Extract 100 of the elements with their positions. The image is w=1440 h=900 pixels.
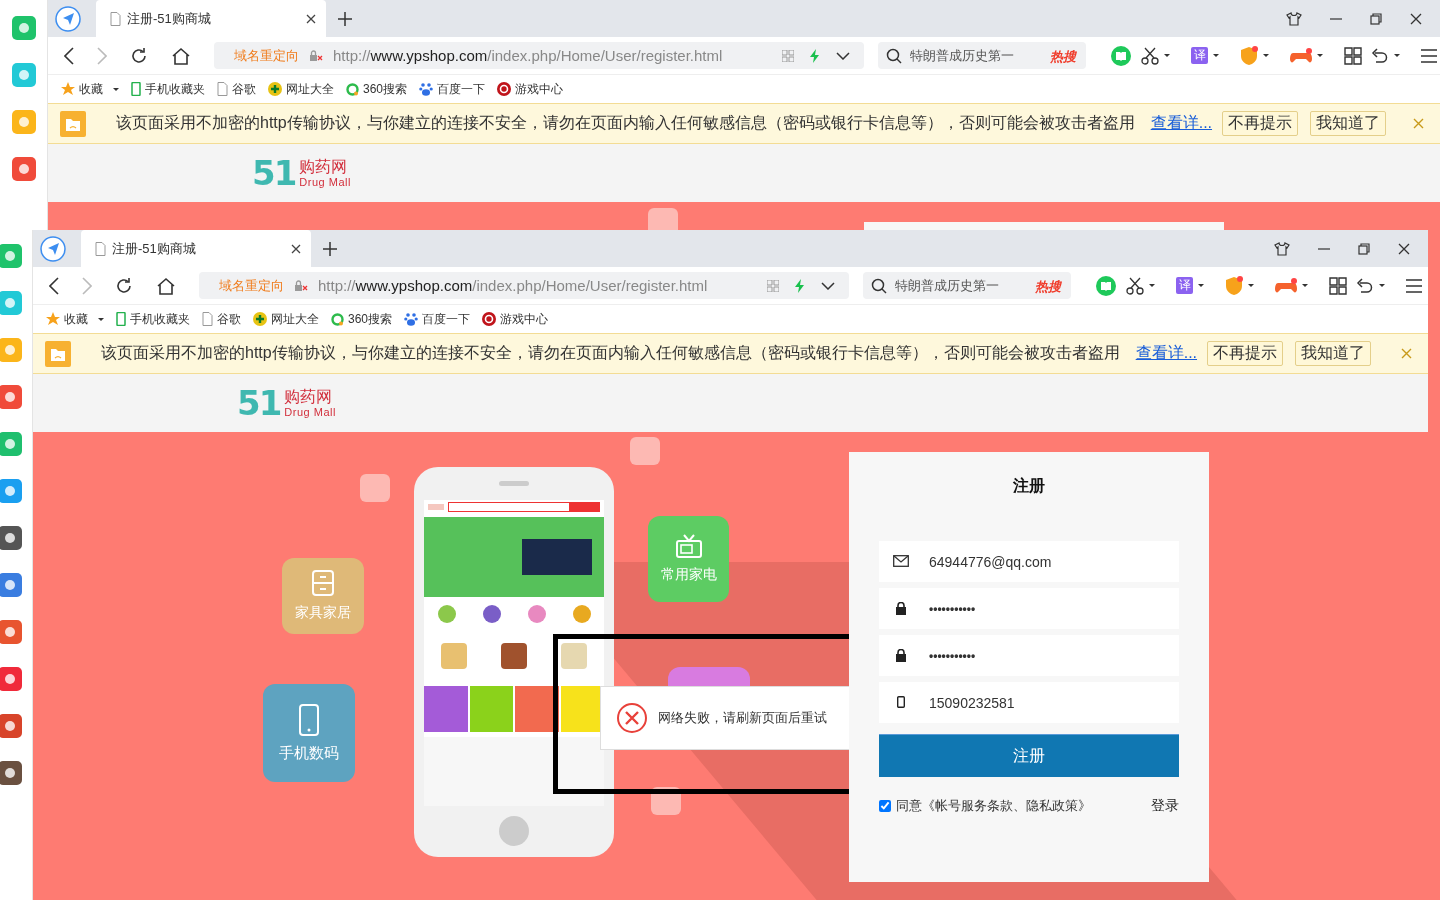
agree-checkbox[interactable] xyxy=(879,800,891,812)
app-icon[interactable] xyxy=(0,526,22,550)
bookmark-link[interactable]: 游戏中心 xyxy=(497,80,564,98)
warning-button[interactable]: 我知道了 xyxy=(1295,341,1372,366)
back-icon[interactable] xyxy=(64,46,74,65)
bookmark-link[interactable]: 收藏 xyxy=(46,310,88,328)
bookmark-link[interactable]: 游戏中心 xyxy=(482,310,549,328)
hot-search-label: 热搜 xyxy=(1035,278,1061,296)
login-link[interactable]: 登录 xyxy=(1151,797,1179,815)
reload-icon[interactable] xyxy=(130,46,148,65)
bookmark-link[interactable]: 手机收藏夹 xyxy=(116,310,190,328)
address-bar[interactable]: 域名重定向 http://www.ypshop.com/index.php/Home/User/register.html xyxy=(214,42,864,69)
restore-icon[interactable] xyxy=(1370,12,1382,25)
home-icon[interactable] xyxy=(156,276,176,295)
tab-title: 注册-51购商城 xyxy=(112,239,197,258)
address-bar[interactable]: 域名重定向 http://www.ypshop.com/index.php/Home/User/register.html xyxy=(199,272,849,299)
speaker-slot xyxy=(499,481,529,486)
document-icon xyxy=(95,241,106,256)
bookmark-link[interactable]: 360搜索 xyxy=(331,310,393,328)
menu-icon[interactable] xyxy=(1406,278,1422,293)
shirt-icon[interactable] xyxy=(1274,241,1290,256)
warning-button[interactable]: 我知道了 xyxy=(1310,111,1387,136)
app-icon[interactable] xyxy=(11,157,36,181)
compass-icon[interactable] xyxy=(55,5,81,32)
browser-tab[interactable]: 注册-51购商城 xyxy=(81,230,311,267)
caret-icon[interactable] xyxy=(1198,284,1204,287)
chevron-down-icon[interactable] xyxy=(836,51,850,60)
grid-icon[interactable] xyxy=(1329,276,1347,295)
caret-icon[interactable] xyxy=(113,87,119,91)
plus-icon[interactable] xyxy=(323,241,337,256)
password-field[interactable]: ••••••••••• xyxy=(879,635,1179,676)
insecure-lock-icon xyxy=(294,279,308,292)
shirt-icon[interactable] xyxy=(1286,11,1302,26)
bookmark-link[interactable]: 收藏 xyxy=(61,80,103,98)
details-link[interactable]: 查看详... xyxy=(1135,343,1198,364)
gamepad-icon[interactable] xyxy=(1275,276,1297,295)
caret-icon[interactable] xyxy=(1164,54,1170,57)
close-icon[interactable] xyxy=(1410,12,1422,25)
details-link[interactable]: 查看详... xyxy=(1150,113,1213,134)
caret-icon[interactable] xyxy=(1213,54,1219,57)
tab-title: 注册-51购商城 xyxy=(127,9,212,28)
error-icon xyxy=(616,702,648,734)
close-icon[interactable] xyxy=(291,243,301,254)
password-field[interactable]: ••••••••••• xyxy=(879,588,1179,629)
undo-icon[interactable] xyxy=(1371,47,1389,64)
home-icon[interactable] xyxy=(171,46,191,65)
gamepad-icon[interactable] xyxy=(1290,46,1312,65)
caret-icon[interactable] xyxy=(1379,284,1385,287)
tv-icon xyxy=(675,534,702,558)
scissors-icon[interactable] xyxy=(1141,46,1159,65)
close-icon[interactable] xyxy=(1398,242,1410,255)
caret-icon[interactable] xyxy=(1248,284,1254,287)
bookmark-link[interactable]: 网址大全 xyxy=(268,80,334,98)
compass-icon[interactable] xyxy=(40,235,66,262)
warning-button[interactable]: 不再提示 xyxy=(1207,341,1284,366)
ring-icon xyxy=(346,82,359,96)
warning-button[interactable]: 不再提示 xyxy=(1222,111,1299,136)
app-icon[interactable] xyxy=(0,620,22,644)
chevron-down-icon[interactable] xyxy=(821,281,835,290)
register-button[interactable]: 注册 xyxy=(879,734,1179,777)
bookmark-link[interactable]: 网址大全 xyxy=(253,310,319,328)
app-icon[interactable] xyxy=(0,667,22,691)
app-icon[interactable] xyxy=(0,714,22,738)
caret-icon[interactable] xyxy=(1317,54,1323,57)
logo-mark: 51 xyxy=(252,153,296,193)
shield-icon[interactable] xyxy=(1225,275,1243,296)
bookmark-link[interactable]: 百度一下 xyxy=(419,80,486,98)
bookmark-link[interactable]: 百度一下 xyxy=(404,310,471,328)
shield-icon[interactable] xyxy=(1240,45,1258,66)
back-icon[interactable] xyxy=(49,276,59,295)
grid-icon[interactable] xyxy=(1344,46,1362,65)
plus-icon[interactable] xyxy=(338,11,352,26)
bookmark-link[interactable]: 手机收藏夹 xyxy=(131,80,205,98)
menu-icon[interactable] xyxy=(1421,48,1437,63)
bookmark-link[interactable]: 360搜索 xyxy=(346,80,408,98)
caret-icon[interactable] xyxy=(98,317,104,321)
caret-icon[interactable] xyxy=(1149,284,1155,287)
app-icon[interactable] xyxy=(0,761,22,785)
translate-button[interactable]: 译 xyxy=(1176,277,1193,294)
translate-button[interactable]: 译 xyxy=(1191,47,1208,64)
app-icon[interactable] xyxy=(0,385,22,409)
undo-icon[interactable] xyxy=(1356,277,1374,294)
close-icon[interactable] xyxy=(306,13,316,24)
phone-field[interactable]: 15090232581 xyxy=(879,682,1179,723)
browser-tab[interactable]: 注册-51购商城 xyxy=(96,0,326,37)
smartphone-icon xyxy=(299,703,319,736)
phone-icon xyxy=(131,82,141,96)
bookmark-link[interactable]: 谷歌 xyxy=(217,80,256,98)
caret-icon[interactable] xyxy=(1263,54,1269,57)
search-icon xyxy=(886,48,902,64)
app-icon[interactable] xyxy=(0,573,22,597)
bookmark-link[interactable]: 谷歌 xyxy=(202,310,241,328)
email-field[interactable]: 64944776@qq.com xyxy=(879,541,1179,582)
caret-icon[interactable] xyxy=(1302,284,1308,287)
caret-icon[interactable] xyxy=(1394,54,1400,57)
scissors-icon[interactable] xyxy=(1126,276,1144,295)
reload-icon[interactable] xyxy=(115,276,133,295)
restore-icon[interactable] xyxy=(1358,242,1370,255)
game-logo-icon xyxy=(497,82,512,96)
phone-icon xyxy=(116,312,126,326)
